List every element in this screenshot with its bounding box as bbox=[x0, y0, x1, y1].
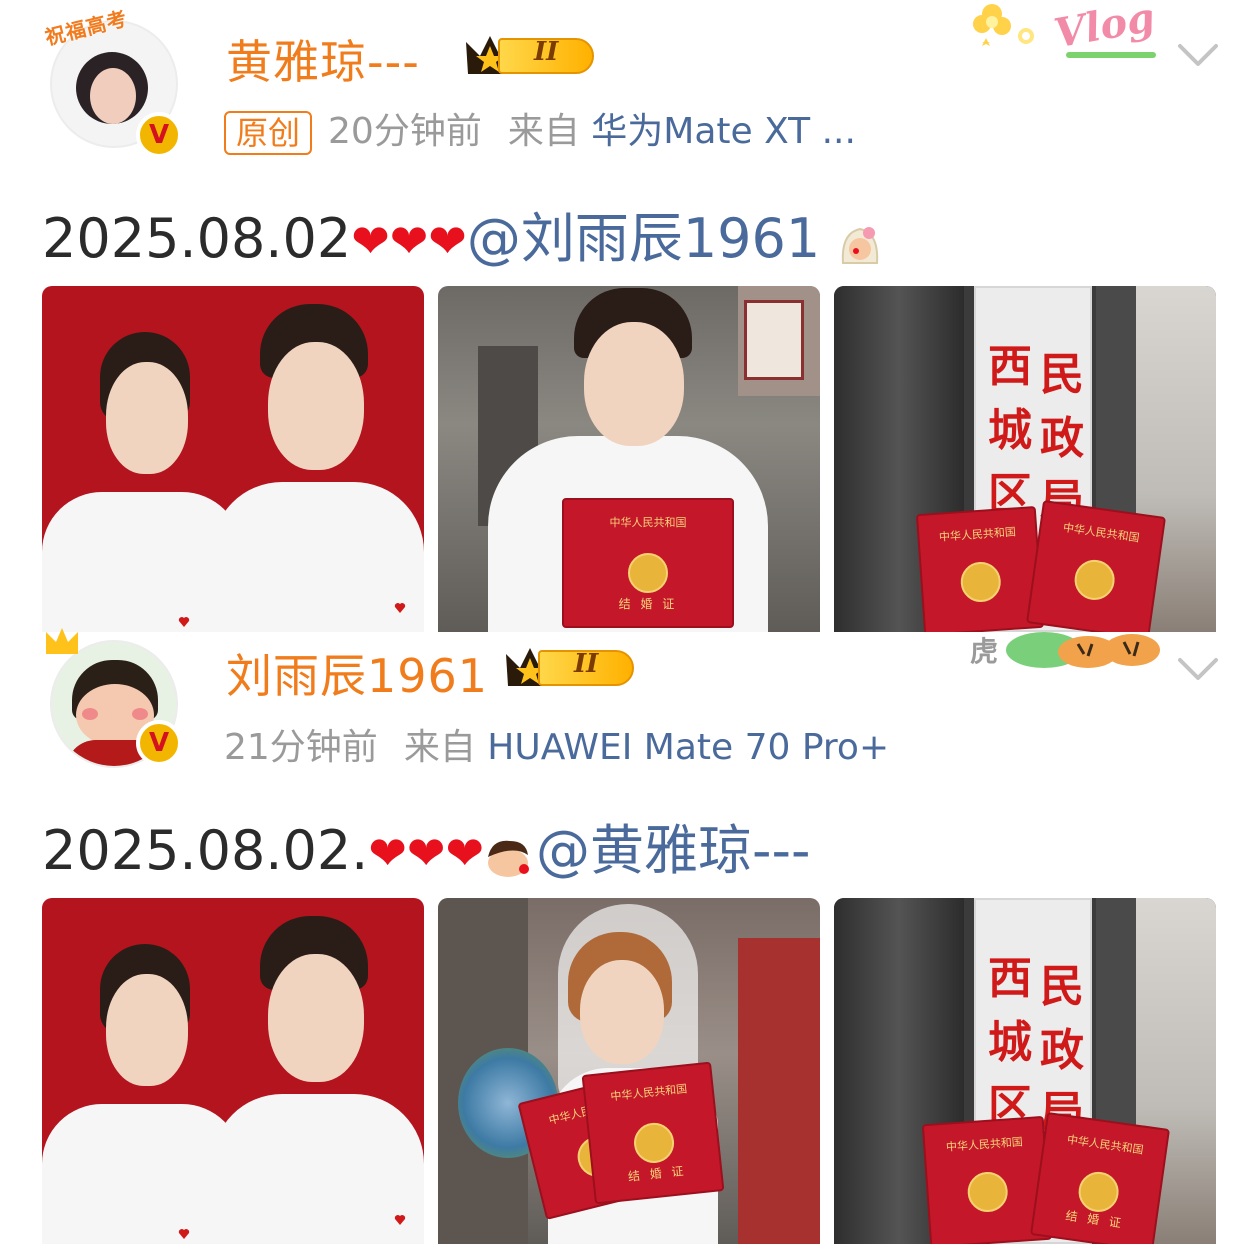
bride-emoji-icon bbox=[837, 219, 883, 265]
username[interactable]: 刘雨辰1961 bbox=[226, 640, 488, 706]
avatar[interactable]: V bbox=[44, 626, 184, 768]
vlog-sticker: Vlog bbox=[970, 0, 1170, 70]
groom-emoji-icon bbox=[484, 831, 536, 878]
vip-badge[interactable]: II bbox=[464, 32, 598, 78]
groom-face bbox=[268, 342, 364, 470]
photo-thumbnail[interactable] bbox=[42, 286, 424, 632]
national-emblem-icon bbox=[628, 552, 668, 593]
verified-icon: V bbox=[136, 112, 182, 158]
vip-level: II bbox=[534, 37, 559, 67]
photo-thumbnail[interactable]: 中华人民共和国 中华人民共和国 结 婚 证 bbox=[438, 898, 820, 1244]
bride-face bbox=[106, 362, 188, 474]
photo-grid: 中华人民共和国 结 婚 证 西 民 城 政 区 局 中华人民共和国 中华人民共和… bbox=[42, 286, 1218, 632]
post-time: 21分钟前 bbox=[224, 727, 378, 768]
photo-thumbnail[interactable] bbox=[42, 898, 424, 1244]
from-label: 来自 bbox=[403, 727, 476, 768]
photo-thumbnail[interactable]: 西 民 城 政 区 局 中华人民共和国 中华人民共和国 bbox=[834, 286, 1216, 632]
heart-emoji: ❤❤❤ bbox=[368, 826, 484, 880]
groom-face bbox=[268, 954, 364, 1082]
heart-logo-icon bbox=[394, 1215, 406, 1225]
bride-face bbox=[106, 974, 188, 1086]
post-text: 2025.08.02.❤❤❤ @黄雅琼--- bbox=[42, 806, 810, 885]
national-emblem-icon bbox=[959, 560, 1003, 603]
avatar[interactable]: 祝福高考 V bbox=[43, 6, 184, 158]
mention-link[interactable]: @黄雅琼--- bbox=[536, 819, 810, 882]
tiger-icon bbox=[1006, 632, 1160, 668]
post-meta: 21分钟前 来自 HUAWEI Mate 70 Pro+ bbox=[224, 718, 889, 770]
mention-link[interactable]: @刘雨辰1961 bbox=[467, 207, 820, 270]
device-link[interactable]: HUAWEI Mate 70 Pro+ bbox=[487, 727, 889, 768]
device-link[interactable]: 华为Mate XT ... bbox=[591, 111, 856, 152]
post-text: 2025.08.02❤❤❤@刘雨辰1961 bbox=[42, 194, 883, 273]
photo-grid: 中华人民共和国 中华人民共和国 结 婚 证 西 民 城 政 区 局 bbox=[42, 898, 1218, 1244]
national-emblem-icon bbox=[966, 1171, 1010, 1214]
post-date: 2025.08.02 bbox=[42, 207, 352, 270]
marriage-certificate: 中华人民共和国 bbox=[1025, 499, 1167, 632]
marriage-certificate: 中华人民共和国 bbox=[915, 505, 1045, 632]
groom-face bbox=[584, 322, 684, 446]
from-label: 来自 bbox=[507, 111, 580, 152]
weibo-post: 祝福高考 V 黄雅琼--- II 原创 20分钟前 来自 华为Mate XT ...… bbox=[0, 0, 1260, 632]
crown-icon bbox=[46, 628, 78, 654]
photo-thumbnail[interactable]: 西 民 城 政 区 局 中华人民共和国 中华人民共和国 结 婚 证 bbox=[834, 898, 1216, 1244]
post-date: 2025.08.02. bbox=[42, 819, 369, 882]
heart-logo-icon bbox=[394, 603, 406, 613]
tiger-sticker: 虎 bbox=[970, 630, 1166, 670]
vip-badge[interactable]: II bbox=[504, 644, 638, 690]
marriage-certificate: 中华人民共和国 结 婚 证 bbox=[562, 498, 734, 628]
marriage-certificate: 中华人民共和国 结 婚 证 bbox=[581, 1061, 725, 1205]
national-emblem-icon bbox=[1071, 557, 1118, 603]
chevron-down-icon[interactable] bbox=[1176, 40, 1220, 70]
post-meta: 原创 20分钟前 来自 华为Mate XT ... bbox=[224, 102, 856, 155]
post-time: 20分钟前 bbox=[328, 111, 482, 152]
username[interactable]: 黄雅琼--- bbox=[226, 26, 420, 92]
chevron-down-icon[interactable] bbox=[1176, 654, 1220, 684]
photo-thumbnail[interactable]: 中华人民共和国 结 婚 证 bbox=[438, 286, 820, 632]
national-emblem-icon bbox=[632, 1120, 677, 1165]
tiger-text: 虎 bbox=[970, 635, 999, 668]
heart-emoji: ❤❤❤ bbox=[351, 214, 467, 268]
weibo-post: V 刘雨辰1961 II 21分钟前 来自 HUAWEI Mate 70 Pro+… bbox=[0, 628, 1260, 1260]
bride-face bbox=[580, 960, 664, 1064]
verified-icon: V bbox=[136, 720, 182, 766]
vip-level: II bbox=[574, 649, 599, 679]
original-tag: 原创 bbox=[224, 111, 313, 155]
heart-logo-icon bbox=[178, 1229, 190, 1239]
marriage-certificate: 中华人民共和国 结 婚 证 bbox=[1029, 1111, 1171, 1244]
